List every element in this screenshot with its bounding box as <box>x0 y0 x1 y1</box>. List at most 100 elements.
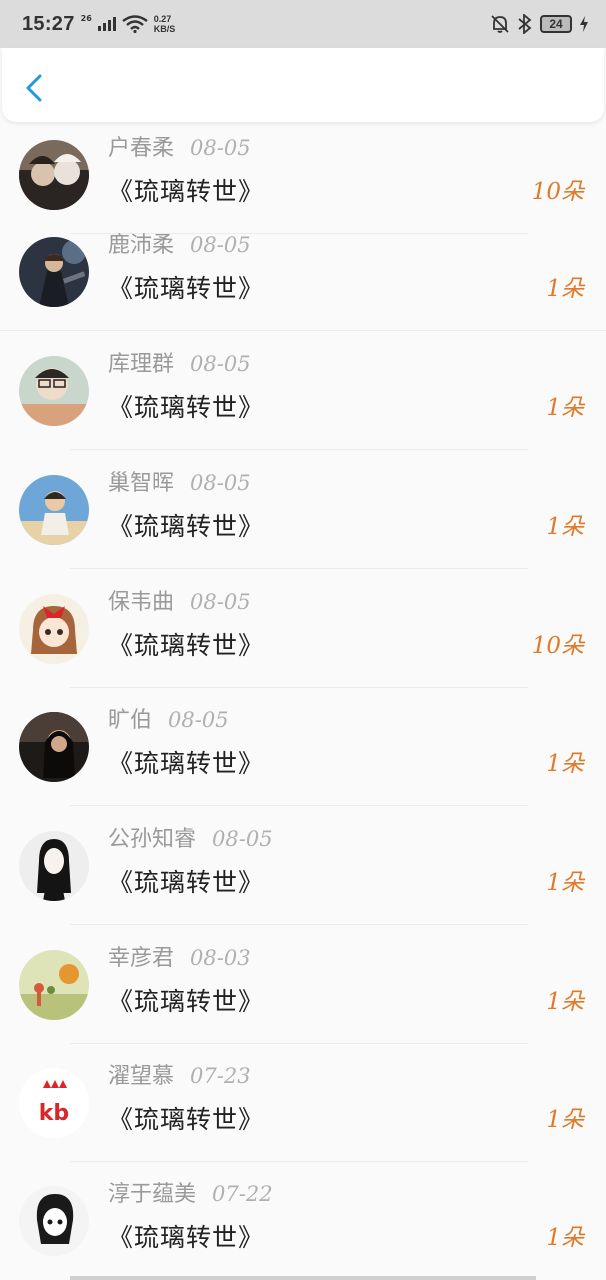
wifi-icon <box>122 15 148 33</box>
flower-count: 1朵 <box>546 395 584 421</box>
sender-name: 巢智晖 <box>108 471 175 496</box>
send-date: 08-05 <box>168 708 229 732</box>
list-item[interactable]: 库理群 08-05 《琉璃转世》 1朵 <box>0 332 606 450</box>
flower-count: 1朵 <box>546 276 584 302</box>
sender-line: 旷伯 08-05 <box>108 702 229 734</box>
avatar-image <box>19 237 89 307</box>
status-time: 15:27 <box>22 12 75 35</box>
avatar-image: kb <box>19 1068 89 1138</box>
avatar[interactable] <box>19 1186 89 1256</box>
send-date: 08-05 <box>190 352 251 376</box>
status-right: 24 <box>490 14 588 34</box>
sender-name: 幸彦君 <box>108 946 175 971</box>
back-button[interactable] <box>16 68 56 108</box>
divider <box>70 568 528 569</box>
flower-count: 1朵 <box>546 514 584 540</box>
book-title: 《琉璃转世》 <box>108 749 265 778</box>
charging-icon <box>580 16 588 32</box>
send-date: 08-05 <box>190 590 251 614</box>
send-date: 08-05 <box>212 827 273 851</box>
sender-line: 淳于蕴美 07-22 <box>108 1176 273 1208</box>
avatar-image <box>19 356 89 426</box>
book-title: 《琉璃转世》 <box>108 393 265 422</box>
book-title: 《琉璃转世》 <box>108 512 265 541</box>
avatar-image <box>19 950 89 1020</box>
sender-name: 库理群 <box>108 352 175 377</box>
list-item[interactable]: 巢智晖 08-05 《琉璃转世》 1朵 <box>0 451 606 569</box>
nav-bar <box>2 48 604 122</box>
divider <box>70 449 528 450</box>
send-date: 08-05 <box>190 233 251 257</box>
sender-line: 幸彦君 08-03 <box>108 940 251 972</box>
avatar-image <box>19 475 89 545</box>
sender-name: 户春柔 <box>108 136 175 161</box>
avatar-image <box>19 831 89 901</box>
sender-name: 鹿沛柔 <box>108 233 175 258</box>
book-title: 《琉璃转世》 <box>108 1223 265 1252</box>
sender-name: 濯望慕 <box>108 1064 175 1089</box>
avatar-image <box>19 712 89 782</box>
bell-muted-icon <box>491 15 509 33</box>
avatar[interactable] <box>19 356 89 426</box>
list-item[interactable]: 公孙知睿 08-05 《琉璃转世》 1朵 <box>0 807 606 925</box>
bottom-indicator <box>70 1276 536 1280</box>
avatar[interactable]: kb <box>19 1068 89 1138</box>
sender-line: 巢智晖 08-05 <box>108 465 251 497</box>
avatar[interactable] <box>19 140 89 210</box>
list-item[interactable]: 旷伯 08-05 《琉璃转世》 1朵 <box>0 688 606 806</box>
avatar[interactable] <box>19 475 89 545</box>
sender-line: 鹿沛柔 08-05 <box>108 227 251 259</box>
avatar[interactable] <box>19 712 89 782</box>
svg-text:kb: kb <box>39 1101 69 1126</box>
send-date: 07-23 <box>190 1064 251 1088</box>
avatar-image <box>19 1186 89 1256</box>
list-item[interactable]: 保韦曲 08-05 《琉璃转世》 10朵 <box>0 570 606 688</box>
network-generation: 26 <box>80 13 92 23</box>
sender-line: 公孙知睿 08-05 <box>108 821 273 853</box>
avatar[interactable] <box>19 950 89 1020</box>
book-title: 《琉璃转世》 <box>108 631 265 660</box>
flower-count: 1朵 <box>546 989 584 1015</box>
flower-count: 1朵 <box>546 751 584 777</box>
status-bar: 15:27 26 0.27 KB/S 24 <box>0 0 606 48</box>
bluetooth-icon <box>518 14 532 34</box>
flower-count: 1朵 <box>546 1107 584 1133</box>
avatar[interactable] <box>19 831 89 901</box>
network-speed: 0.27 KB/S <box>154 14 176 34</box>
avatar-image <box>19 594 89 664</box>
avatar-image <box>19 140 89 210</box>
book-title: 《琉璃转世》 <box>108 987 265 1016</box>
send-date: 08-05 <box>190 136 251 160</box>
divider <box>70 924 528 925</box>
book-title: 《琉璃转世》 <box>108 1105 265 1134</box>
book-title: 《琉璃转世》 <box>108 868 265 897</box>
status-left: 15:27 26 0.27 KB/S <box>22 13 175 36</box>
signal-icon <box>97 17 116 31</box>
speed-unit: KB/S <box>153 24 176 34</box>
flower-count: 10朵 <box>531 633 584 659</box>
divider <box>70 805 528 806</box>
sender-line: 户春柔 08-05 <box>108 130 251 162</box>
send-date: 08-05 <box>190 471 251 495</box>
avatar[interactable] <box>19 237 89 307</box>
divider <box>0 330 606 331</box>
flower-count: 1朵 <box>546 870 584 896</box>
sender-name: 淳于蕴美 <box>108 1182 197 1207</box>
list-item[interactable]: kb 濯望慕 07-23 《琉璃转世》 1朵 <box>0 1044 606 1162</box>
sender-line: 库理群 08-05 <box>108 346 251 378</box>
sender-name: 公孙知睿 <box>108 827 197 852</box>
flower-count: 1朵 <box>546 1225 584 1251</box>
list-item[interactable]: 淳于蕴美 07-22 《琉璃转世》 1朵 <box>0 1162 606 1280</box>
sender-name: 保韦曲 <box>108 590 175 615</box>
avatar[interactable] <box>19 594 89 664</box>
sender-line: 保韦曲 08-05 <box>108 584 251 616</box>
send-date: 08-03 <box>190 946 251 970</box>
book-title: 《琉璃转世》 <box>108 177 265 206</box>
list-item[interactable]: 鹿沛柔 08-05 《琉璃转世》 1朵 <box>0 213 606 331</box>
battery-icon: 24 <box>540 15 572 33</box>
send-date: 07-22 <box>212 1182 273 1206</box>
list-item[interactable]: 幸彦君 08-03 《琉璃转世》 1朵 <box>0 926 606 1044</box>
speed-value: 0.27 <box>153 14 172 24</box>
sender-name: 旷伯 <box>108 708 153 733</box>
sender-line: 濯望慕 07-23 <box>108 1058 251 1090</box>
